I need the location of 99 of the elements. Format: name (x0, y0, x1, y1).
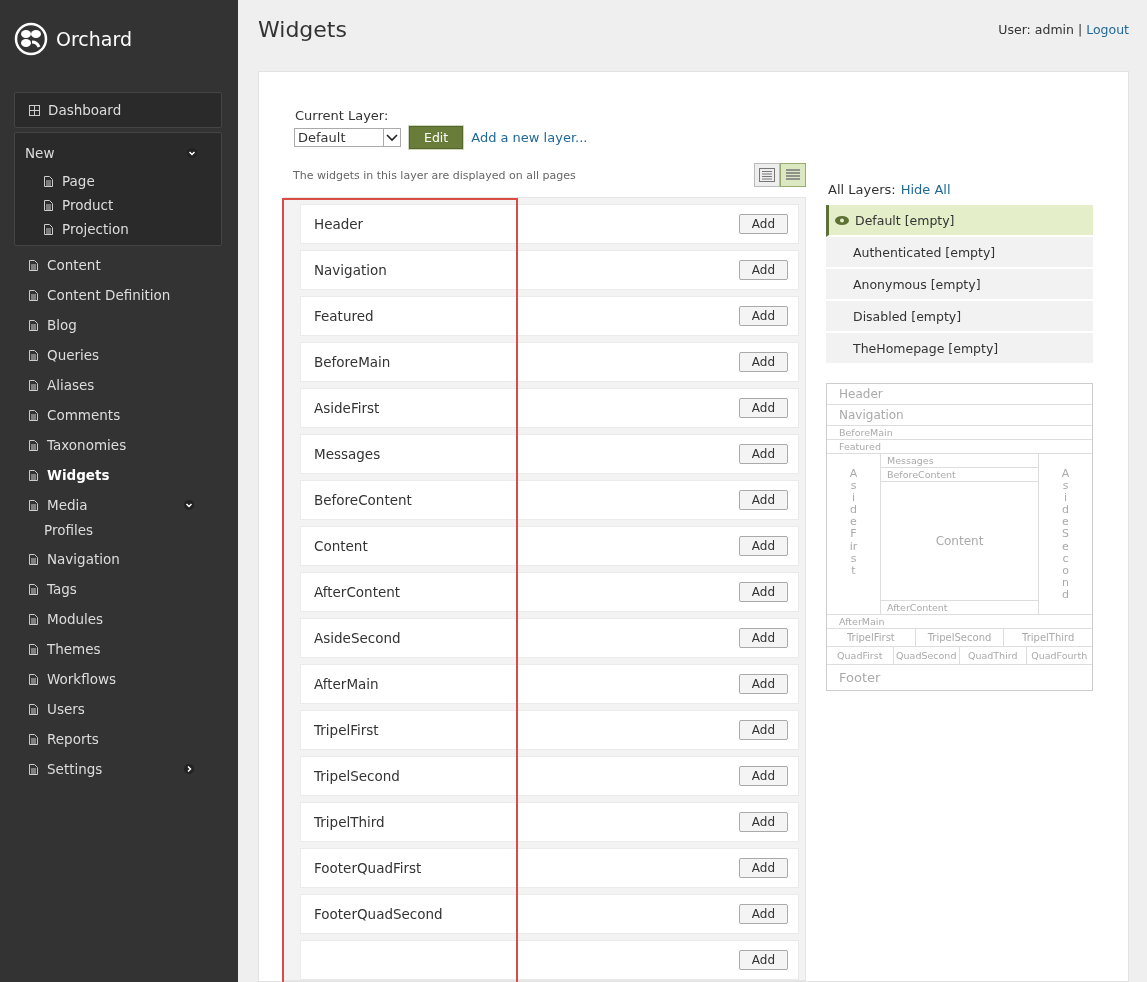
zone-label: AsideSecond (1061, 468, 1070, 603)
zone-name: AsideSecond (314, 630, 401, 646)
zone-name: Header (314, 216, 364, 232)
add-layer-link[interactable]: Add a new layer... (471, 130, 588, 145)
zone-name: TripelThird (314, 814, 385, 830)
add-button[interactable]: Add (738, 904, 788, 924)
zone-name: FooterQuadSecond (314, 906, 443, 922)
field-label: Current Layer: (295, 108, 390, 123)
zone-label: Content (881, 482, 1038, 601)
layers-label: All Layers: (828, 182, 896, 197)
menu-item[interactable]: Users (14, 696, 222, 722)
brand-name: Orchard (56, 28, 133, 50)
add-button[interactable]: Add (738, 628, 788, 648)
user-label: User: admin (998, 22, 1074, 37)
add-button[interactable]: Add (738, 812, 788, 832)
layer-description: The widgets in this layer are displayed on all pages (293, 168, 576, 182)
zone-name: Messages (314, 446, 381, 462)
menu-item[interactable]: Workflows (14, 666, 222, 692)
zone-label: Messages (881, 454, 1038, 468)
menu-item[interactable]: Blog (14, 312, 222, 338)
zone-label: Footer (838, 669, 882, 687)
add-button[interactable]: Add (738, 306, 788, 326)
zone-label: TripelSecond (915, 629, 1005, 646)
menu-item[interactable]: Modules (14, 606, 222, 632)
zone-name: Content (314, 538, 368, 554)
add-button[interactable]: Add (738, 720, 788, 740)
zone-name: AfterContent (314, 584, 401, 600)
add-button[interactable]: Add (738, 260, 788, 280)
add-button[interactable]: Add (738, 352, 788, 372)
menu-item[interactable]: Aliases (14, 372, 222, 398)
menu-item[interactable]: Themes (14, 636, 222, 662)
page-title: Widgets (258, 17, 347, 42)
menu-item[interactable]: Taxonomies (14, 432, 222, 458)
menu-item[interactable]: Queries (14, 342, 222, 368)
eye-icon (835, 215, 849, 225)
zone-label: BeforeContent (881, 468, 1038, 482)
zone-label: TripelThird (1021, 631, 1076, 645)
zone-label: Featured (827, 440, 1092, 454)
zone-name: AsideFirst (314, 400, 380, 416)
list-icon (759, 168, 775, 182)
zone-label: QuadFirst (827, 647, 894, 664)
edit-button[interactable]: Edit (409, 126, 464, 149)
hide-all-link[interactable]: Hide All (900, 182, 951, 197)
menu-item[interactable]: Media (14, 492, 222, 518)
view-toggle-button[interactable] (754, 163, 780, 187)
add-button[interactable]: Add (738, 674, 788, 694)
layer-item[interactable]: Disabled [empty] (826, 301, 1093, 333)
add-button[interactable]: Add (738, 582, 788, 602)
grid-icon (29, 104, 40, 116)
logo-icon (14, 22, 48, 56)
add-button[interactable]: Add (738, 444, 788, 464)
menu-item[interactable]: Widgets (14, 462, 222, 488)
zone-name: Featured (314, 308, 374, 324)
add-button[interactable]: Add (738, 766, 788, 786)
add-button[interactable]: Add (738, 858, 788, 878)
menu-item[interactable]: Comments (14, 402, 222, 428)
zone-label: QuadFourth (1030, 649, 1089, 663)
menu-item[interactable]: Reports (14, 726, 222, 752)
zone-label: AfterMain (827, 615, 1092, 629)
zone-name: BeforeContent (314, 492, 412, 508)
menu-item[interactable]: Content (14, 252, 222, 278)
logout-link[interactable]: Logout (1086, 22, 1129, 37)
menu-item[interactable]: Content Definition (14, 282, 222, 308)
submenu-item[interactable]: Projection (15, 217, 221, 241)
add-button[interactable]: Add (738, 536, 788, 556)
submenu-item[interactable]: Product (15, 193, 221, 217)
view-toggle-button[interactable] (780, 163, 806, 187)
zone-name: TripelFirst (314, 722, 379, 738)
zone-label: BeforeMain (827, 426, 1092, 440)
zone-label: TripelFirst (827, 629, 916, 646)
menu-item[interactable]: Settings (14, 756, 222, 782)
zone-label: Navigation (827, 405, 1092, 426)
add-button[interactable]: Add (738, 490, 788, 510)
zone-label: AfterContent (886, 601, 949, 614)
submenu-item[interactable]: Page (15, 169, 221, 193)
chevron-down-icon (383, 129, 400, 146)
zone-label: QuadSecond (893, 647, 960, 664)
add-button[interactable]: Add (738, 214, 788, 234)
layer-item[interactable]: Authenticated [empty] (826, 237, 1093, 269)
zone-name: AfterMain (314, 676, 379, 692)
layer-item[interactable]: TheHomepage [empty] (826, 333, 1093, 365)
submenu-item[interactable]: Profiles (14, 518, 222, 542)
zone-label: AsideFirst (849, 468, 858, 579)
zone-label: Header (827, 384, 1092, 405)
separator-text: | (1077, 22, 1083, 37)
add-button[interactable]: Add (738, 950, 788, 970)
layer-dropdown[interactable]: Default (294, 128, 401, 147)
zone-name: FooterQuadFirst (314, 860, 422, 876)
zone-name: Navigation (314, 262, 387, 278)
list-icon (785, 168, 801, 182)
layer-item[interactable]: Anonymous [empty] (826, 269, 1093, 301)
menu-group-header[interactable]: New (15, 137, 221, 169)
add-button[interactable]: Add (738, 398, 788, 418)
menu-item[interactable]: Tags (14, 576, 222, 602)
menu-item[interactable]: Navigation (14, 546, 222, 572)
zone-label: QuadThird (960, 647, 1027, 664)
layer-item[interactable]: Default [empty] (826, 205, 1093, 237)
zone-name: BeforeMain (314, 354, 391, 370)
zone-name: TripelSecond (314, 768, 400, 784)
